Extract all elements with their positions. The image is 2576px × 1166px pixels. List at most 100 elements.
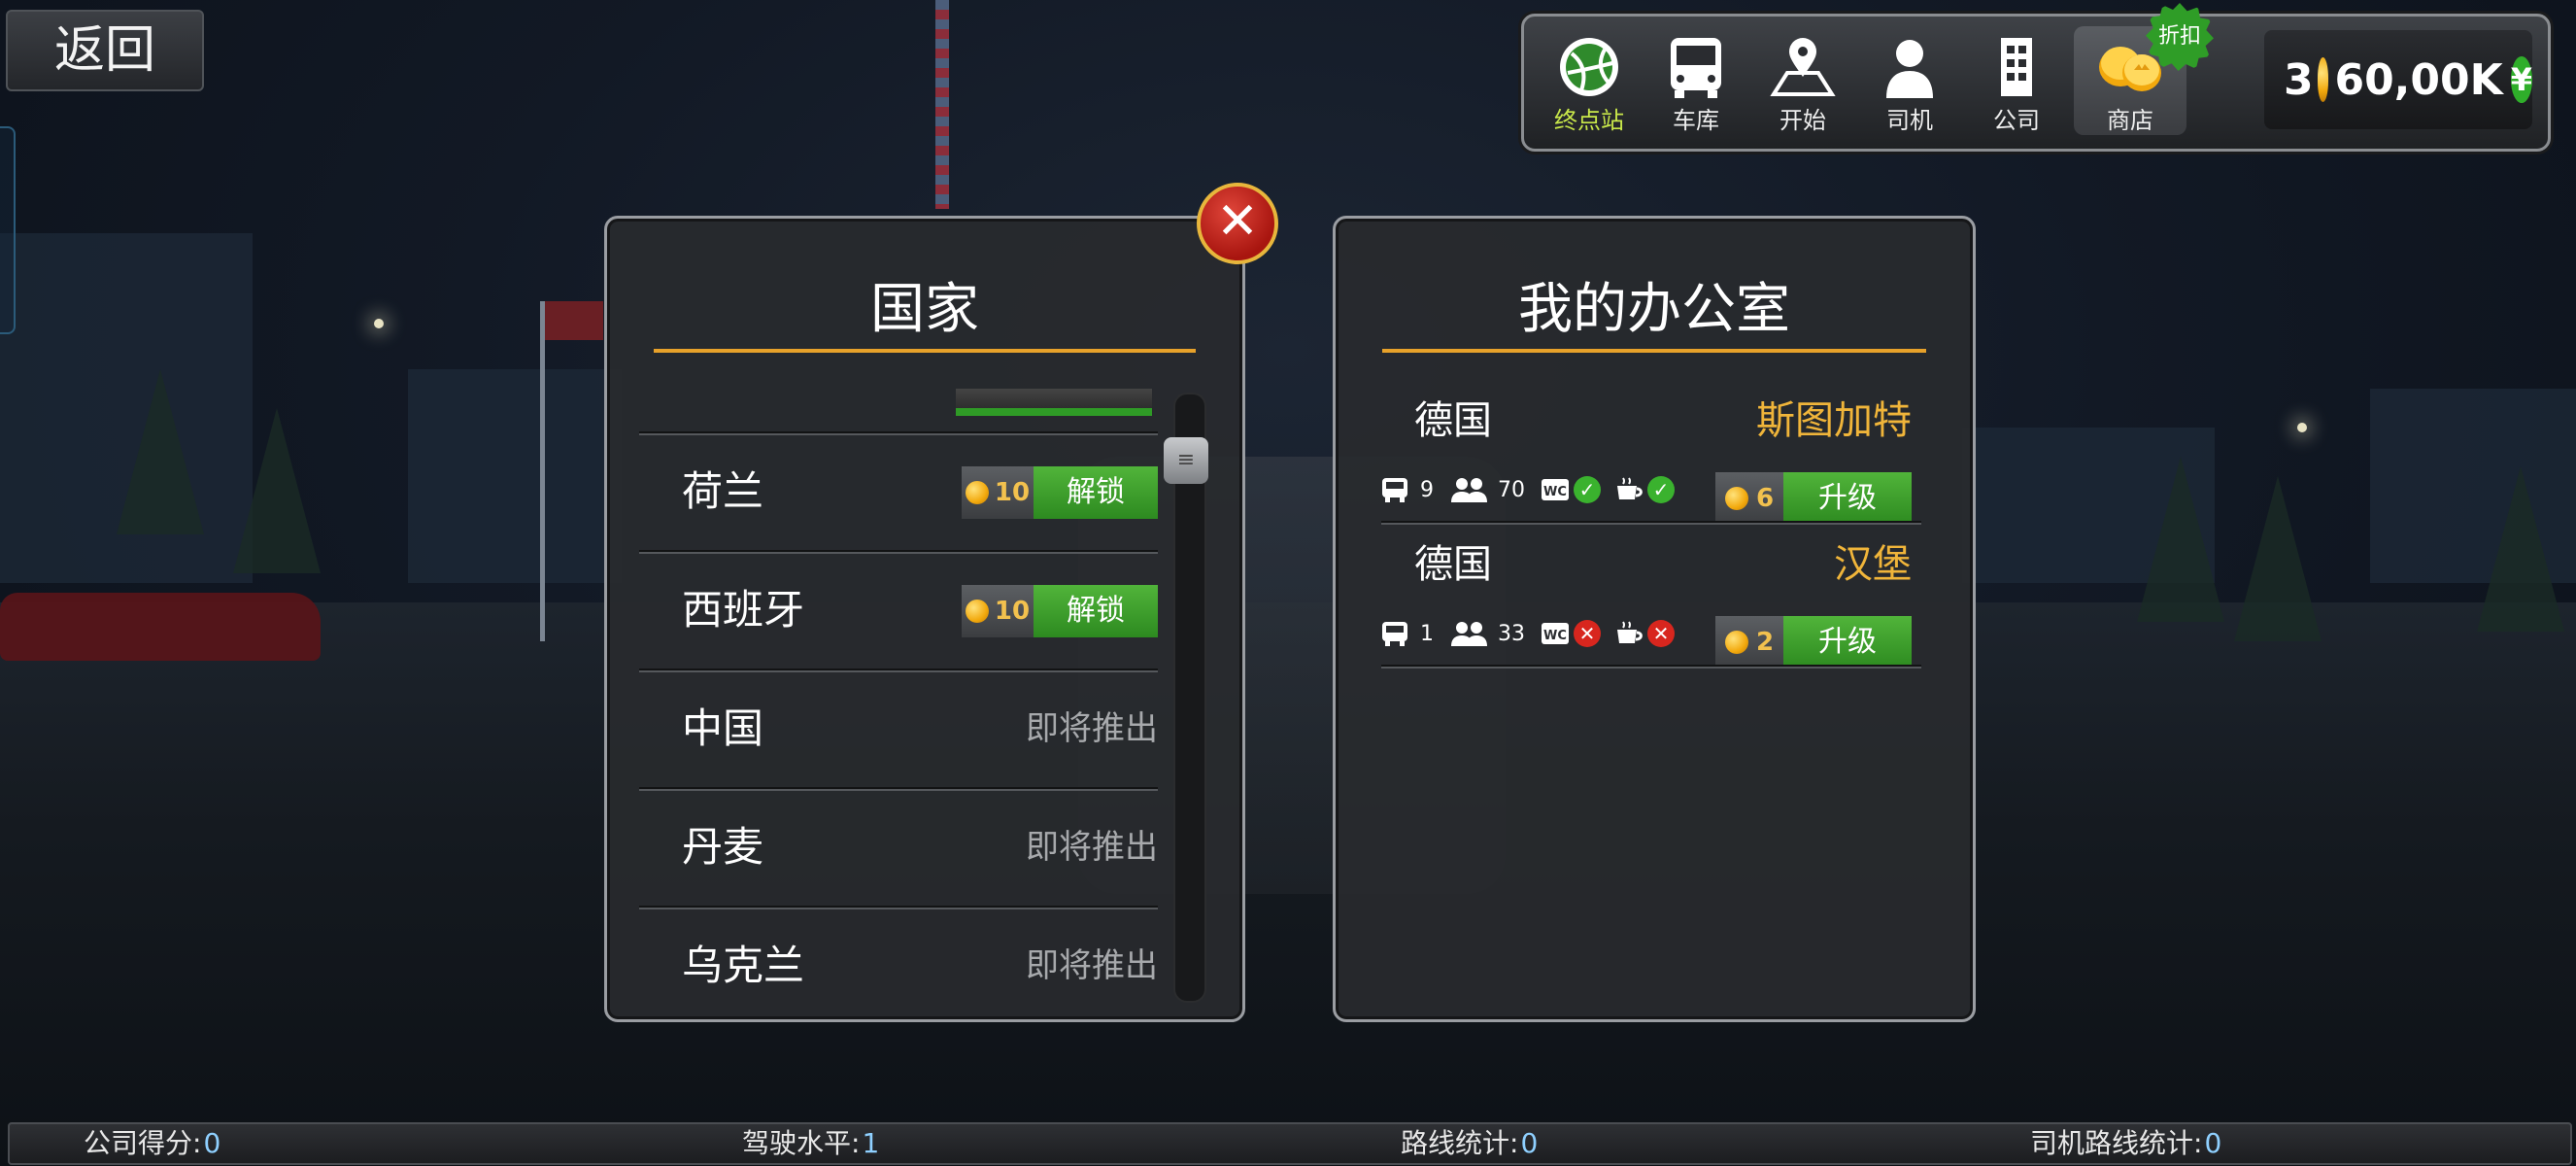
- unlock-button[interactable]: 10 解锁: [962, 585, 1158, 637]
- flag-pole: [540, 301, 603, 641]
- office-country: 德国: [1414, 398, 1492, 443]
- drivers-icon: [1451, 622, 1487, 646]
- country-name: 乌克兰: [682, 942, 805, 989]
- title-divider: [654, 349, 1196, 353]
- money-amount: 60,00K: [2334, 54, 2503, 105]
- tv-tower: [935, 0, 949, 209]
- partial-list-item: [956, 389, 1152, 416]
- coming-soon-label: 即将推出: [1026, 709, 1158, 748]
- wc-icon: WC: [1542, 479, 1569, 500]
- coin-icon: [1724, 487, 1748, 510]
- title-divider: [1382, 349, 1926, 353]
- street-lamp: [374, 319, 384, 328]
- panel-title: 我的办公室: [1518, 278, 1790, 341]
- coffee-icon: [1617, 621, 1643, 643]
- route-stats: 路线统计:0: [1401, 1124, 1538, 1163]
- gold-count: 3: [2284, 54, 2314, 105]
- wc-icon: WC: [1542, 623, 1569, 644]
- tree: [233, 408, 321, 573]
- stat-value: 0: [2204, 1127, 2222, 1159]
- unlock-price: 10: [962, 585, 1034, 637]
- price-value: 6: [1755, 484, 1775, 513]
- stat-label: 驾驶水平:: [742, 1127, 861, 1159]
- list-item: 丹麦 即将推出: [639, 789, 1158, 906]
- stat-value: 1: [862, 1127, 880, 1159]
- price-value: 2: [1755, 628, 1775, 657]
- unlock-label: 解锁: [1034, 466, 1158, 519]
- nav-label: 开始: [1779, 107, 1826, 134]
- stat-label: 路线统计:: [1401, 1127, 1519, 1159]
- nav-label: 商店: [2107, 107, 2153, 134]
- check-icon: ✓: [1574, 476, 1601, 503]
- office-item: 德国 斯图加特 9 70 WC ✓ ✓ 6 升级: [1379, 379, 1923, 525]
- coffee-icon: [1617, 477, 1643, 499]
- stat-label: 司机路线统计:: [2030, 1127, 2203, 1159]
- tree: [117, 369, 204, 534]
- upgrade-price: 6: [1715, 472, 1783, 525]
- driver-count: 33: [1498, 621, 1525, 646]
- status-bar: 公司得分:0 驾驶水平:1 路线统计:0 司机路线统计:0: [8, 1122, 2572, 1165]
- driver-count: 70: [1498, 477, 1525, 502]
- bus-count: 9: [1420, 477, 1434, 502]
- check-icon: ✓: [1647, 476, 1675, 503]
- country-name: 荷兰: [682, 467, 764, 515]
- upgrade-label: 升级: [1783, 616, 1912, 669]
- nav-label: 终点站: [1554, 107, 1624, 134]
- stat-label: 公司得分:: [84, 1127, 202, 1159]
- cross-icon: ✕: [1574, 620, 1601, 647]
- coming-soon-label: 即将推出: [1026, 946, 1158, 985]
- nav-garage[interactable]: 车库: [1643, 26, 1749, 135]
- nav-company[interactable]: 公司: [1963, 26, 2070, 135]
- office-country: 德国: [1414, 542, 1492, 587]
- office-city: 斯图加特: [1756, 398, 1912, 443]
- drivers-icon: [1451, 478, 1487, 502]
- nav-label: 司机: [1886, 107, 1933, 134]
- driving-level: 驾驶水平:1: [742, 1124, 879, 1163]
- company-score: 公司得分:0: [84, 1124, 220, 1163]
- parked-car: [0, 593, 321, 661]
- unlock-button[interactable]: 10 解锁: [962, 466, 1158, 519]
- price-value: 10: [994, 597, 1031, 626]
- nav-drivers[interactable]: 司机: [1856, 26, 1963, 135]
- tree: [2477, 466, 2564, 632]
- list-item: 荷兰 10 解锁: [639, 433, 1158, 550]
- upgrade-price: 2: [1715, 616, 1783, 669]
- gold-coin-icon: [2317, 57, 2329, 102]
- bus-icon: [1671, 38, 1721, 98]
- nav-start[interactable]: 开始: [1749, 26, 1856, 135]
- upgrade-button[interactable]: 6 升级: [1715, 472, 1912, 525]
- driver-icon: [1886, 40, 1933, 98]
- driver-route-stats: 司机路线统计:0: [2030, 1124, 2221, 1163]
- bus-icon: [1382, 622, 1407, 646]
- scrollbar[interactable]: [1173, 393, 1206, 1003]
- list-item: 乌克兰 即将推出: [639, 908, 1158, 1001]
- main-nav: 终点站 车库 开始 司机 公司 商店: [1536, 26, 2186, 135]
- upgrade-label: 升级: [1783, 472, 1912, 525]
- office-city: 汉堡: [1834, 542, 1912, 587]
- list-item: 西班牙 10 解锁: [639, 552, 1158, 669]
- bus-count: 1: [1420, 621, 1434, 646]
- building-icon: [2001, 38, 2032, 96]
- svg-text:WC: WC: [1543, 485, 1567, 499]
- coin-icon: [965, 481, 989, 504]
- country-name: 西班牙: [682, 586, 805, 634]
- close-button[interactable]: ✕: [1197, 183, 1278, 264]
- unlock-price: 10: [962, 466, 1034, 519]
- country-list[interactable]: 荷兰 10 解锁 西班牙 10 解锁 中国 即将推出 丹麦 即将推出 乌克兰 即…: [639, 379, 1158, 1001]
- scrollbar-thumb[interactable]: ≡: [1164, 437, 1208, 484]
- back-button[interactable]: 返回: [6, 10, 204, 91]
- building: [408, 369, 622, 583]
- list-item: 中国 即将推出: [639, 670, 1158, 787]
- cross-icon: ✕: [1647, 620, 1675, 647]
- coin-icon: [965, 600, 989, 623]
- nav-label: 公司: [1993, 107, 2040, 134]
- globe-icon: [1560, 38, 1618, 96]
- upgrade-button[interactable]: 2 升级: [1715, 616, 1912, 669]
- side-drawer-tab[interactable]: [0, 126, 16, 334]
- coming-soon-label: 即将推出: [1026, 828, 1158, 867]
- stat-value: 0: [203, 1127, 221, 1159]
- street-lamp: [2297, 423, 2307, 432]
- nav-terminal[interactable]: 终点站: [1536, 26, 1643, 135]
- yen-icon[interactable]: ¥: [2510, 56, 2532, 103]
- panel-title: 国家: [870, 278, 979, 341]
